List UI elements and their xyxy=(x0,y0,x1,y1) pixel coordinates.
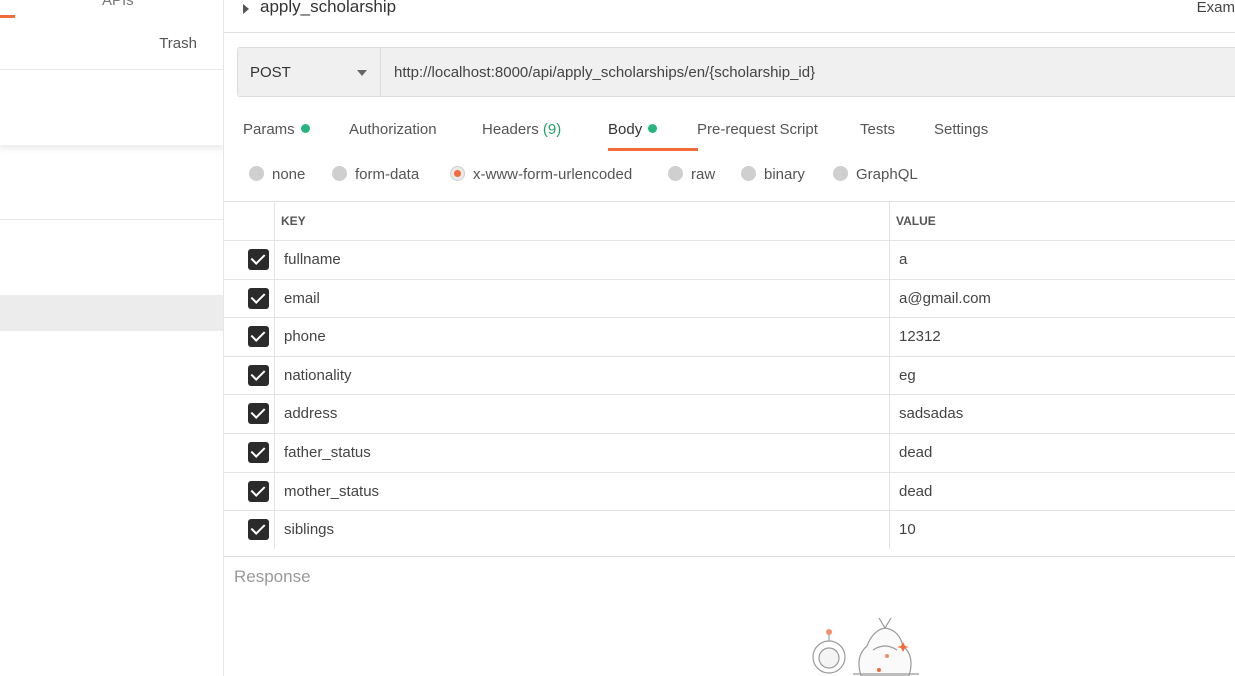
request-header: apply_scholarship Exam xyxy=(224,0,1235,33)
row-value[interactable]: 12312 xyxy=(899,328,941,345)
radio-none[interactable]: none xyxy=(249,166,305,183)
radio-graphql-label: GraphQL xyxy=(856,166,918,183)
trash-link[interactable]: Trash xyxy=(159,35,197,52)
sidebar-tab-underline xyxy=(0,15,15,18)
radio-raw-label: raw xyxy=(691,166,716,183)
tab-params[interactable]: Params xyxy=(243,121,310,138)
radio-circle-icon xyxy=(741,166,756,181)
chevron-down-icon xyxy=(357,70,367,76)
row-value[interactable]: a@gmail.com xyxy=(899,290,991,307)
headers-count: (9) xyxy=(542,121,562,138)
method-select[interactable]: POST xyxy=(238,48,381,96)
url-input[interactable]: http://localhost:8000/api/apply_scholars… xyxy=(394,64,815,81)
row-key[interactable]: email xyxy=(284,290,320,307)
url-bar: POST http://localhost:8000/api/apply_sch… xyxy=(237,47,1235,97)
row-value[interactable]: dead xyxy=(899,444,932,461)
radio-circle-icon xyxy=(332,166,347,181)
caret-right-icon[interactable] xyxy=(243,4,249,14)
row-key[interactable]: siblings xyxy=(284,521,334,538)
radio-form-data[interactable]: form-data xyxy=(332,166,419,183)
table-row: fullname a xyxy=(224,240,1235,279)
tab-params-label: Params xyxy=(243,121,295,138)
radio-binary-label: binary xyxy=(764,166,805,183)
row-key[interactable]: phone xyxy=(284,328,326,345)
row-value[interactable]: a xyxy=(899,251,907,268)
request-editor: apply_scholarship Exam POST http://local… xyxy=(224,0,1235,676)
examples-link[interactable]: Exam xyxy=(1197,0,1235,16)
method-label: POST xyxy=(250,64,291,81)
sidebar-item-selected[interactable] xyxy=(0,295,223,331)
row-checkbox[interactable] xyxy=(248,442,269,463)
active-tab-underline xyxy=(608,148,698,151)
tab-body[interactable]: Body xyxy=(608,121,658,138)
row-key[interactable]: father_status xyxy=(284,444,371,461)
row-value[interactable]: sadsadas xyxy=(899,405,963,422)
radio-circle-icon xyxy=(668,166,683,181)
row-checkbox[interactable] xyxy=(248,403,269,425)
row-key[interactable]: nationality xyxy=(284,367,352,384)
table-row: address sadsadas xyxy=(224,394,1235,433)
row-key[interactable]: fullname xyxy=(284,251,341,268)
row-checkbox[interactable] xyxy=(248,326,269,348)
tab-headers-label: Headers xyxy=(482,121,539,138)
radio-circle-icon xyxy=(249,166,264,181)
sidebar-panel xyxy=(0,70,223,145)
radio-none-label: none xyxy=(272,166,306,183)
table-row: phone 12312 xyxy=(224,317,1235,356)
row-checkbox[interactable] xyxy=(248,249,269,270)
table-row: email a@gmail.com xyxy=(224,278,1235,318)
radio-circle-icon xyxy=(833,166,848,181)
body-params-table: KEY VALUE fullname a email a@gmail.com p… xyxy=(224,201,1235,549)
radio-urlencoded[interactable]: x-www-form-urlencoded xyxy=(450,166,632,183)
table-row: siblings 10 xyxy=(224,510,1235,549)
table-row: nationality eg xyxy=(224,355,1235,395)
table-row: mother_status dead xyxy=(224,471,1235,511)
astronaut-illustration-icon xyxy=(812,617,919,676)
row-value[interactable]: 10 xyxy=(899,521,916,538)
tab-headers[interactable]: Headers (9) xyxy=(482,121,561,138)
radio-raw[interactable]: raw xyxy=(668,166,715,183)
status-dot-icon xyxy=(648,124,658,133)
row-value[interactable]: eg xyxy=(899,367,916,384)
tab-tests[interactable]: Tests xyxy=(860,121,895,138)
sidebar-tab-apis[interactable]: APIs xyxy=(102,0,134,9)
response-heading: Response xyxy=(234,567,311,586)
status-dot-icon xyxy=(300,124,310,133)
tab-authorization[interactable]: Authorization xyxy=(349,121,437,138)
request-name[interactable]: apply_scholarship xyxy=(260,0,396,17)
row-checkbox[interactable] xyxy=(248,519,269,541)
tab-body-label: Body xyxy=(608,121,643,138)
row-checkbox[interactable] xyxy=(248,480,269,502)
radio-selected-icon xyxy=(450,166,465,181)
radio-binary[interactable]: binary xyxy=(741,166,805,183)
sidebar: APIs Trash xyxy=(0,0,224,676)
radio-form-data-label: form-data xyxy=(355,166,420,183)
tab-prerequest-script[interactable]: Pre-request Script xyxy=(697,121,818,138)
row-key[interactable]: mother_status xyxy=(284,483,379,500)
row-checkbox[interactable] xyxy=(248,364,269,386)
response-divider[interactable] xyxy=(224,556,1235,557)
table-row: father_status dead xyxy=(224,433,1235,472)
row-key[interactable]: address xyxy=(284,405,337,422)
sidebar-divider xyxy=(0,219,223,220)
radio-urlencoded-label: x-www-form-urlencoded xyxy=(473,166,633,183)
radio-graphql[interactable]: GraphQL xyxy=(833,166,918,183)
row-checkbox[interactable] xyxy=(248,287,269,309)
tab-settings[interactable]: Settings xyxy=(934,121,988,138)
row-value[interactable]: dead xyxy=(899,483,932,500)
